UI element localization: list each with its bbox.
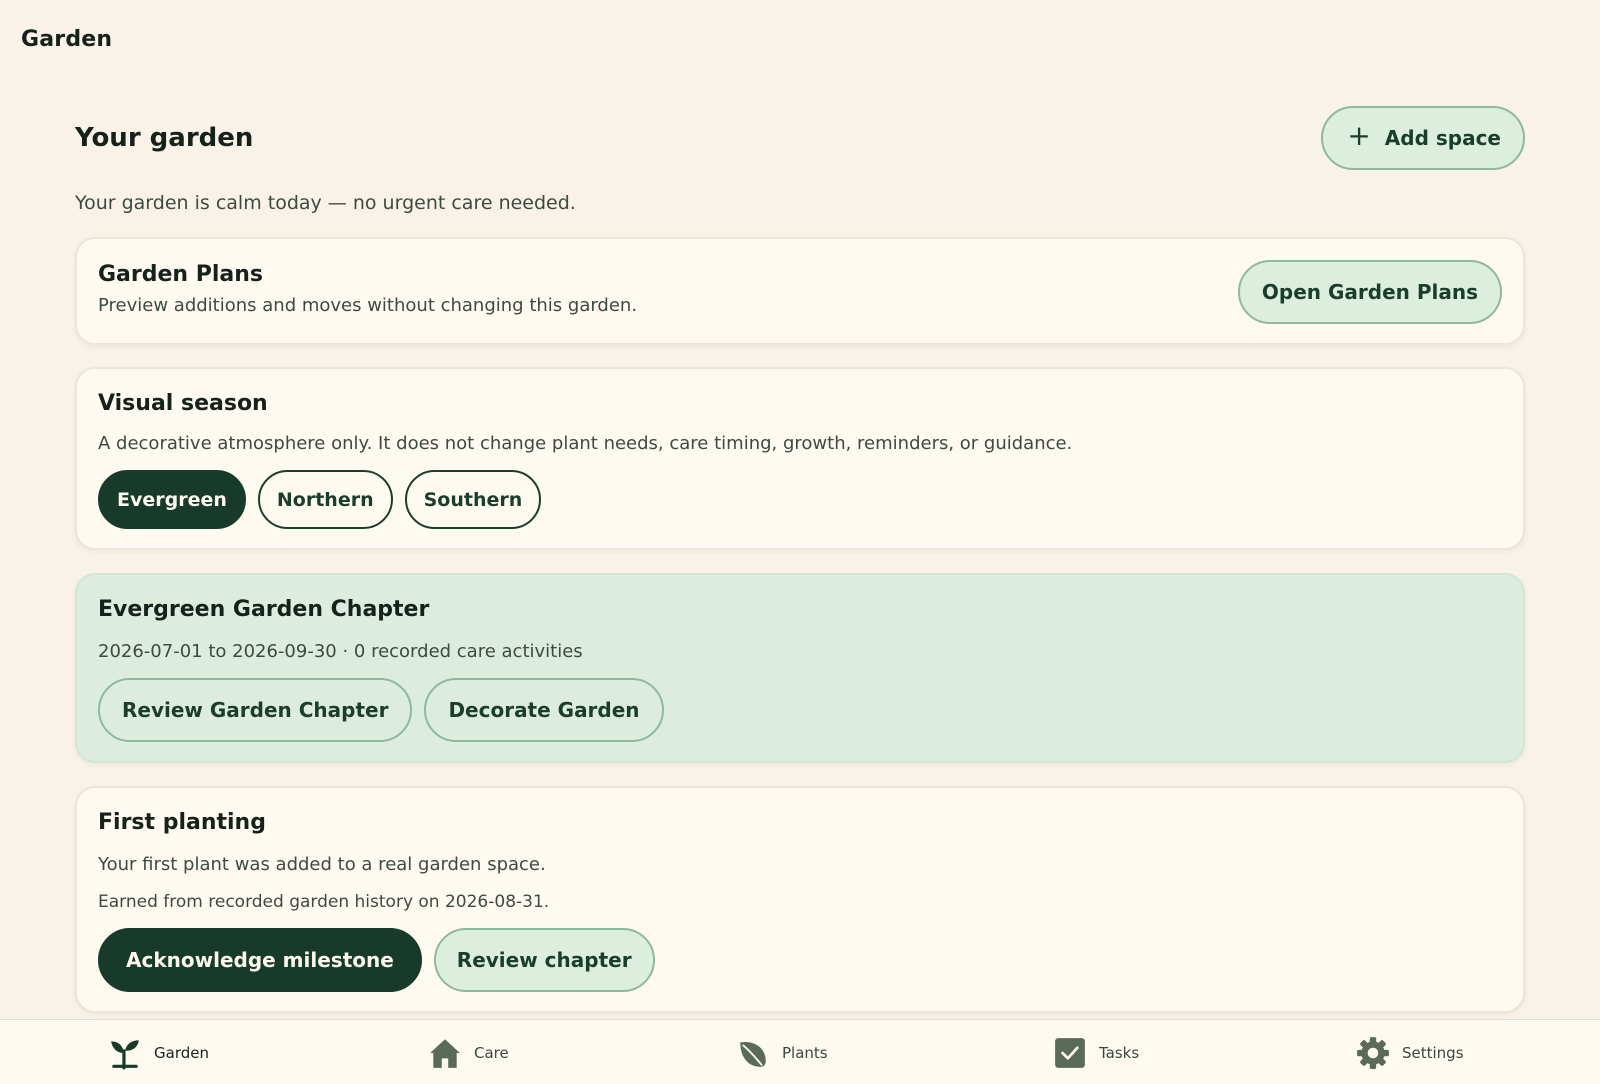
house-icon	[430, 1038, 460, 1068]
garden-plans-card: Garden Plans Preview additions and moves…	[75, 237, 1525, 345]
leaf-icon	[740, 1041, 766, 1067]
milestone-card: First planting Your first plant was adde…	[75, 786, 1525, 1013]
visual-season-description: A decorative atmosphere only. It does no…	[98, 433, 1073, 454]
tab-garden-label: Garden	[154, 1043, 209, 1062]
tab-tasks-label: Tasks	[1099, 1043, 1140, 1062]
tab-settings-label: Settings	[1402, 1043, 1464, 1062]
milestone-actions: Acknowledge milestone Review chapter	[98, 928, 655, 992]
garden-status-text: Your garden is calm today — no urgent ca…	[75, 192, 576, 214]
garden-plans-title: Garden Plans	[98, 262, 264, 287]
gear-icon	[1357, 1036, 1389, 1069]
tab-garden[interactable]: Garden	[108, 1020, 209, 1084]
page-title: Your garden	[75, 123, 254, 153]
open-garden-plans-button[interactable]: Open Garden Plans	[1237, 260, 1502, 324]
garden-plans-description: Preview additions and moves without chan…	[98, 295, 638, 316]
tab-care[interactable]: Care	[428, 1020, 509, 1084]
add-space-button[interactable]: + Add space	[1321, 106, 1525, 170]
season-option-evergreen[interactable]: Evergreen	[98, 470, 246, 529]
decorate-garden-button[interactable]: Decorate Garden	[424, 678, 664, 742]
garden-chapter-title: Evergreen Garden Chapter	[98, 597, 430, 622]
tab-plants[interactable]: Plants	[736, 1020, 828, 1084]
sprout-icon	[111, 1039, 139, 1069]
add-space-label: Add space	[1384, 126, 1501, 150]
visual-season-card: Visual season A decorative atmosphere on…	[75, 367, 1525, 550]
app-title: Garden	[21, 27, 113, 52]
tab-settings[interactable]: Settings	[1356, 1020, 1464, 1084]
garden-chapter-card: Evergreen Garden Chapter 2026-07-01 to 2…	[75, 573, 1525, 763]
milestone-title: First planting	[98, 810, 266, 835]
garden-chapter-meta: 2026-07-01 to 2026-09-30 · 0 recorded ca…	[98, 641, 583, 662]
season-selector: Evergreen Northern Southern	[98, 470, 542, 529]
checkbox-icon	[1055, 1037, 1085, 1068]
milestone-earned-text: Earned from recorded garden history on 2…	[98, 892, 550, 912]
tab-care-label: Care	[474, 1043, 509, 1062]
tab-plants-label: Plants	[782, 1043, 828, 1062]
bottom-tab-bar: Garden Care Plants Tasks Settings	[0, 1019, 1600, 1084]
plus-icon: +	[1347, 119, 1371, 152]
milestone-description: Your first plant was added to a real gar…	[98, 854, 546, 875]
visual-season-title: Visual season	[98, 391, 268, 416]
review-chapter-button[interactable]: Review chapter	[433, 928, 655, 992]
season-option-southern[interactable]: Southern	[404, 470, 542, 529]
acknowledge-milestone-button[interactable]: Acknowledge milestone	[98, 928, 422, 992]
season-option-northern[interactable]: Northern	[257, 470, 393, 529]
garden-chapter-actions: Review Garden Chapter Decorate Garden	[98, 678, 664, 742]
tab-tasks[interactable]: Tasks	[1053, 1020, 1139, 1084]
review-garden-chapter-button[interactable]: Review Garden Chapter	[98, 678, 413, 742]
page-header: Your garden + Add space	[75, 106, 1525, 170]
